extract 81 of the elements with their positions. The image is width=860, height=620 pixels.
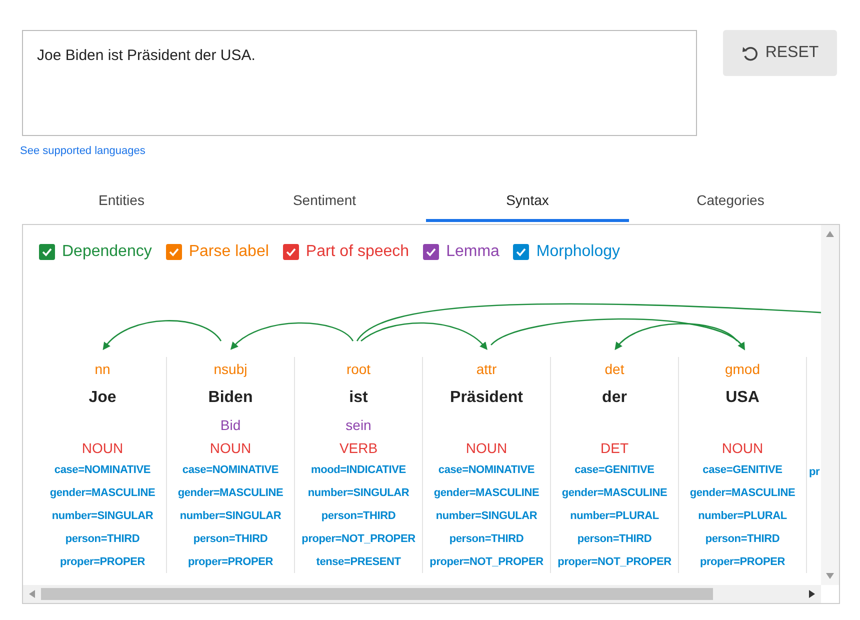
tab[interactable]: Syntax: [426, 181, 629, 222]
morphology-feature: case=GENITIVE: [574, 464, 654, 476]
checkbox-label: Lemma: [446, 243, 500, 261]
check-icon: [284, 246, 297, 258]
morphology-feature: number=SINGULAR: [180, 510, 282, 522]
parse-label: det: [604, 360, 624, 377]
part-of-speech-label: DET: [600, 440, 628, 456]
check-icon: [425, 246, 438, 258]
token-word: Biden: [208, 388, 253, 407]
morphology-feature: tense=PRESENT: [316, 556, 401, 568]
morphology-feature: number=PLURAL: [698, 510, 787, 522]
scroll-up-icon[interactable]: [826, 231, 834, 237]
morphology-feature: case=NOMINATIVE: [438, 464, 535, 476]
morphology-feature: number=SINGULAR: [308, 487, 410, 500]
morphology-feature: person=THIRD: [321, 510, 396, 522]
morphology-feature: pr: [809, 466, 820, 478]
part-of-speech-label: NOUN: [466, 440, 508, 456]
scroll-right-icon[interactable]: [809, 590, 815, 598]
checkbox[interactable]: [423, 244, 440, 260]
part-of-speech-label: NOUN: [210, 440, 252, 456]
morphology-feature: number=PLURAL: [570, 510, 659, 522]
text-input-field[interactable]: Joe Biden ist Präsident der USA.: [22, 30, 697, 136]
checkbox[interactable]: [513, 244, 530, 260]
checkbox-label: Morphology: [536, 243, 620, 261]
morphology-feature: case=GENITIVE: [702, 464, 782, 476]
morphology-feature: case=NOMINATIVE: [182, 464, 279, 476]
checkbox[interactable]: [166, 244, 182, 260]
part-of-speech-label: NOUN: [722, 440, 764, 456]
lemma-label: sein: [346, 417, 372, 434]
supported-languages-link[interactable]: See supported languages: [20, 145, 146, 157]
morphology-feature: proper=NOT_PROPER: [558, 556, 672, 568]
token-word: der: [602, 388, 627, 407]
scrollbar-thumb[interactable]: [41, 588, 713, 600]
morphology-feature: gender=MASCULINE: [178, 487, 284, 500]
check-icon: [41, 246, 53, 258]
morphology-feature: proper=NOT_PROPER: [430, 556, 544, 568]
scroll-left-icon[interactable]: [29, 590, 35, 598]
checkbox[interactable]: [282, 244, 299, 260]
parse-label: gmod: [724, 360, 760, 377]
morphology-feature: proper=PROPER: [60, 556, 146, 568]
morphology-feature: gender=MASCULINE: [434, 487, 540, 500]
checkbox-label: Dependency: [62, 243, 152, 261]
checkbox[interactable]: [39, 244, 55, 260]
checkbox-label: Part of speech: [306, 243, 410, 261]
morphology-feature: person=THIRD: [449, 532, 524, 545]
morphology-feature: person=THIRD: [705, 532, 780, 545]
parse-label: root: [346, 360, 371, 377]
tab[interactable]: Categories: [629, 181, 832, 222]
morphology-feature: proper=PROPER: [700, 556, 786, 568]
part-of-speech-label: NOUN: [82, 440, 124, 456]
part-of-speech-label: VERB: [339, 440, 378, 456]
lemma-label: Bid: [220, 417, 241, 434]
vertical-scrollbar[interactable]: [821, 225, 839, 585]
morphology-feature: gender=MASCULINE: [562, 487, 668, 500]
undo-icon: [741, 44, 760, 62]
morphology-feature: number=SINGULAR: [436, 510, 538, 522]
check-icon: [168, 246, 180, 258]
morphology-feature: gender=MASCULINE: [50, 487, 156, 500]
morphology-feature: case=NOMINATIVE: [54, 464, 151, 476]
parse-label: nn: [94, 360, 110, 377]
morphology-feature: proper=NOT_PROPER: [302, 532, 416, 545]
morphology-feature: gender=MASCULINE: [690, 487, 796, 500]
token-word: Präsident: [450, 388, 523, 407]
morphology-feature: person=THIRD: [577, 532, 652, 545]
morphology-feature: person=THIRD: [65, 532, 140, 545]
token-word: Joe: [88, 388, 116, 407]
scroll-down-icon[interactable]: [826, 573, 834, 579]
parse-label: attr: [476, 360, 497, 377]
morphology-feature: person=THIRD: [193, 532, 268, 545]
tab[interactable]: Entities: [20, 181, 223, 222]
token-word: USA: [726, 388, 760, 407]
horizontal-scrollbar[interactable]: [23, 585, 821, 603]
token-word: ist: [349, 388, 368, 407]
check-icon: [515, 246, 528, 258]
reset-button[interactable]: RESET: [723, 30, 837, 76]
checkbox-label: Parse label: [188, 243, 269, 261]
morphology-feature: proper=PROPER: [188, 556, 274, 568]
morphology-feature: mood=INDICATIVE: [311, 464, 406, 476]
parse-label: nsubj: [214, 360, 248, 377]
tab[interactable]: Sentiment: [223, 181, 426, 222]
morphology-feature: number=SINGULAR: [52, 510, 154, 522]
